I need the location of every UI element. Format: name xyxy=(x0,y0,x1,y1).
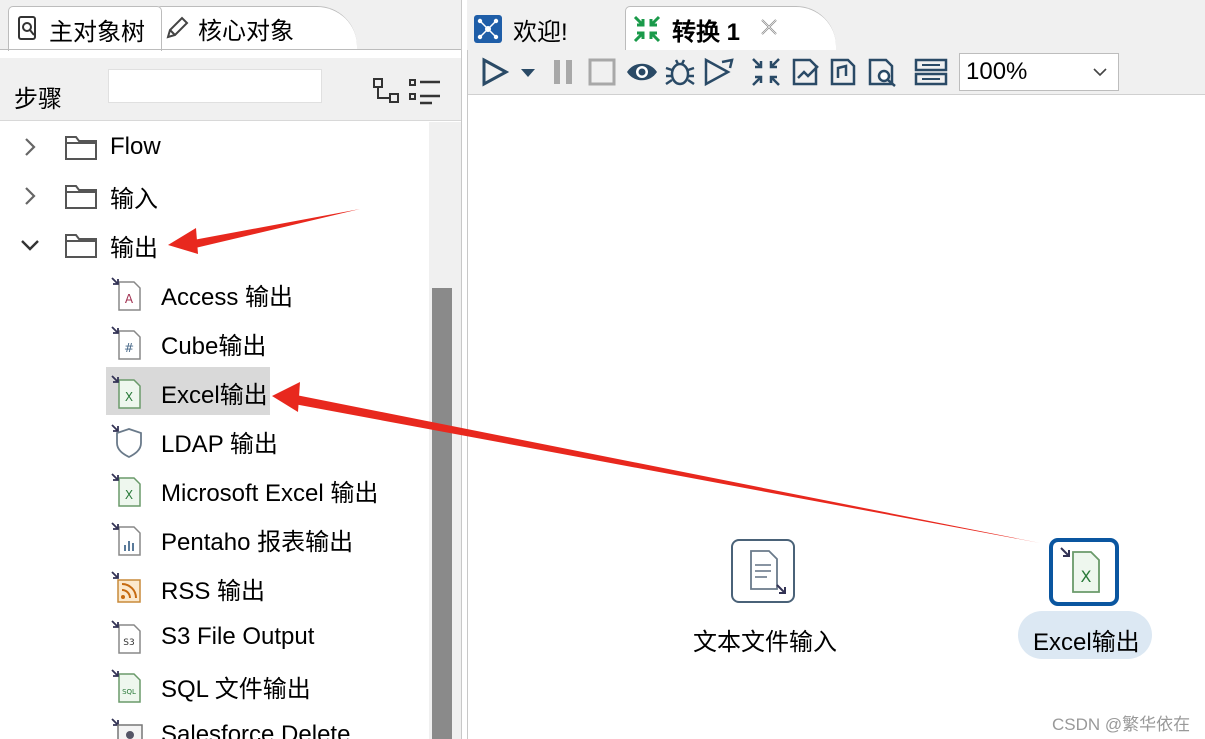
salesforce-delete-icon xyxy=(111,718,143,739)
tab-divider xyxy=(0,49,461,50)
welcome-icon xyxy=(474,15,502,43)
tree-step-label: Cube输出 xyxy=(161,332,267,360)
svg-text:SQL: SQL xyxy=(122,688,136,696)
svg-text:X: X xyxy=(1081,567,1092,586)
list-view-icon[interactable] xyxy=(408,76,442,106)
explore-db-icon[interactable] xyxy=(866,56,898,88)
tab-welcome[interactable]: 欢迎! xyxy=(473,8,623,50)
tree-step-label: Access 输出 xyxy=(161,283,294,311)
svg-text:X: X xyxy=(125,390,133,404)
access-output-icon: A xyxy=(111,277,141,311)
run-dropdown-icon[interactable] xyxy=(518,56,538,88)
chevron-down-icon[interactable] xyxy=(18,233,42,257)
ldap-output-icon xyxy=(111,424,142,459)
impact-icon[interactable] xyxy=(790,56,822,88)
node-label-text-file-input: 文本文件输入 xyxy=(693,629,837,656)
show-results-icon[interactable] xyxy=(914,56,948,88)
tree-folder-label: Flow xyxy=(110,133,161,160)
close-icon[interactable] xyxy=(756,14,782,40)
excel-output-icon: X xyxy=(111,375,141,409)
text-file-input-icon xyxy=(750,550,786,594)
transformation-icon xyxy=(633,15,661,43)
tree-step-label: Salesforce Delete xyxy=(161,721,351,739)
steps-tree: Flow 输入 输出 A Access 输出 # Cube输出 X Excel输… xyxy=(0,122,428,739)
tab-main-object-tree[interactable]: 主对象树 xyxy=(8,6,162,51)
tab-label: 主对象树 xyxy=(49,18,145,46)
tree-step-label: Pentaho 报表输出 xyxy=(161,528,354,556)
tree-search-icon xyxy=(15,16,41,42)
tree-folder-flow[interactable]: Flow xyxy=(0,125,428,169)
debug-icon[interactable] xyxy=(664,56,696,88)
s3-file-output-icon: S3 xyxy=(111,620,141,654)
zoom-select[interactable]: 100% xyxy=(959,53,1119,91)
svg-text:#: # xyxy=(124,341,134,355)
tree-step-ldap-output[interactable]: LDAP 输出 xyxy=(0,419,428,463)
steps-search-input[interactable] xyxy=(108,69,322,103)
svg-text:A: A xyxy=(125,292,134,306)
tree-step-label: SQL 文件输出 xyxy=(161,675,311,703)
tree-step-excel-output[interactable]: X Excel输出 xyxy=(0,370,428,414)
tree-folder-label: 输出 xyxy=(110,234,158,262)
tree-step-access-output[interactable]: A Access 输出 xyxy=(0,272,428,316)
chevron-down-icon xyxy=(1093,68,1107,77)
zoom-value: 100% xyxy=(966,58,1028,85)
tree-step-s3-file-output[interactable]: S3 S3 File Output xyxy=(0,615,428,659)
expand-all-icon[interactable] xyxy=(372,76,402,106)
scrollbar-thumb[interactable] xyxy=(432,288,452,739)
tree-folder-label: 输入 xyxy=(110,185,158,213)
folder-icon xyxy=(65,234,97,258)
folder-icon xyxy=(65,136,97,160)
node-excel-output[interactable]: X xyxy=(1049,538,1119,606)
tree-step-label: S3 File Output xyxy=(161,623,315,650)
tree-folder-output[interactable]: 输出 xyxy=(0,223,428,267)
tab-core-objects[interactable]: 核心对象 xyxy=(158,6,344,50)
tab-label: 转换 1 xyxy=(672,18,741,46)
tree-step-label: RSS 输出 xyxy=(161,577,266,605)
tree-step-label: LDAP 输出 xyxy=(161,430,278,458)
svg-text:S3: S3 xyxy=(123,638,134,648)
tree-folder-input[interactable]: 输入 xyxy=(0,174,428,218)
pause-icon[interactable] xyxy=(548,56,580,88)
tree-step-pentaho-report-output[interactable]: Pentaho 报表输出 xyxy=(0,517,428,561)
watermark: CSDN @繁华依在 xyxy=(1052,715,1191,734)
tree-step-cube-output[interactable]: # Cube输出 xyxy=(0,321,428,365)
chevron-right-icon[interactable] xyxy=(18,184,42,208)
svg-text:X: X xyxy=(125,488,133,502)
folder-icon xyxy=(65,185,97,209)
tab-label: 核心对象 xyxy=(198,17,294,45)
sql-file-output-icon: SQL xyxy=(111,669,141,703)
excel-output-icon: X xyxy=(1060,547,1100,593)
tree-step-sql-file-output[interactable]: SQL SQL 文件输出 xyxy=(0,664,428,708)
tree-step-label: Excel输出 xyxy=(161,381,268,409)
tree-step-rss-output[interactable]: RSS 输出 xyxy=(0,566,428,610)
node-text-file-input[interactable] xyxy=(731,539,795,603)
steps-label: 步骤 xyxy=(14,86,62,113)
pencil-icon xyxy=(164,15,190,41)
tree-step-microsoft-excel-output[interactable]: X Microsoft Excel 输出 xyxy=(0,468,428,512)
chevron-right-icon[interactable] xyxy=(18,135,42,159)
microsoft-excel-output-icon: X xyxy=(111,473,141,507)
replay-icon[interactable] xyxy=(702,56,734,88)
run-icon[interactable] xyxy=(478,56,510,88)
tab-label: 欢迎! xyxy=(513,18,568,46)
sql-icon[interactable] xyxy=(828,56,860,88)
tab-transformation[interactable]: 转换 1 xyxy=(632,8,740,50)
tree-step-label: Microsoft Excel 输出 xyxy=(161,479,379,507)
rss-output-icon xyxy=(111,571,141,603)
node-label-excel-output: Excel输出 xyxy=(1033,629,1140,656)
pentaho-report-output-icon xyxy=(111,522,141,556)
tree-step-salesforce-delete[interactable]: Salesforce Delete xyxy=(0,713,428,739)
preview-icon[interactable] xyxy=(626,56,658,88)
verify-icon[interactable] xyxy=(750,56,782,88)
stop-icon[interactable] xyxy=(586,56,618,88)
cube-output-icon: # xyxy=(111,326,141,360)
